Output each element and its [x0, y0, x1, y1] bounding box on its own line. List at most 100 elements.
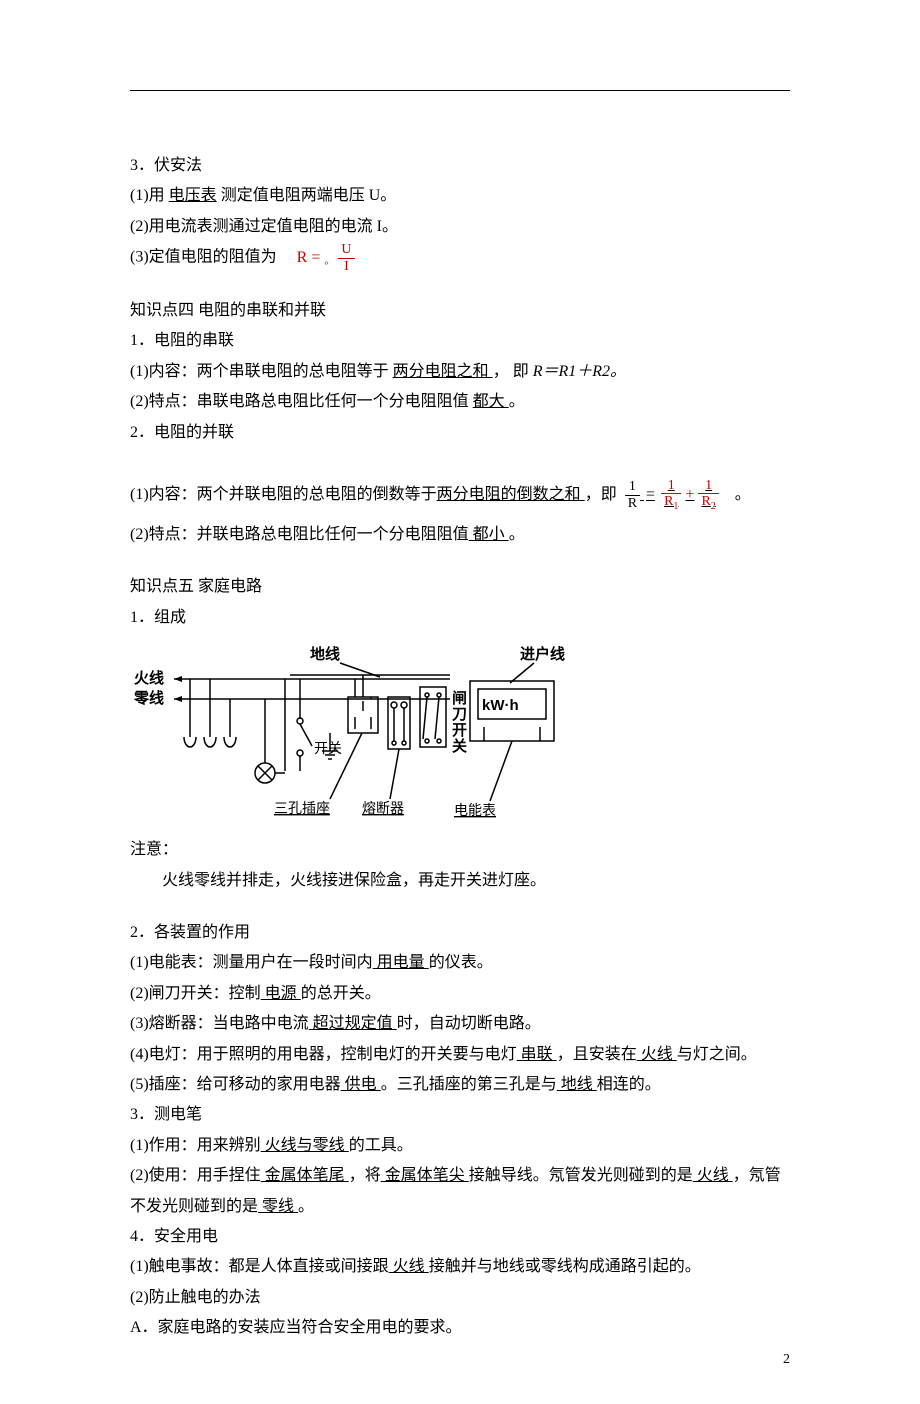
dot: 。: [324, 252, 334, 271]
k4-s2: 2．电阻的并联: [130, 418, 790, 448]
top-rule: [130, 90, 790, 91]
eq-series: R＝R1＋R2。: [533, 363, 626, 380]
txt: (5)插座：给可移动的家用电器: [130, 1076, 341, 1093]
txt: 的工具。: [349, 1137, 413, 1154]
device-2: (2)闸刀开关：控制 电源 的总开关。: [130, 979, 790, 1009]
plus: +: [685, 480, 694, 510]
device-5: (5)插座：给可移动的家用电器 供电 。三孔插座的第三孔是与 地线 相连的。: [130, 1070, 790, 1100]
txt: 时，自动切断电路。: [397, 1015, 541, 1032]
txt: (1)内容：两个串联电阻的总电阻等于: [130, 363, 393, 380]
k5-s2: 2．各装置的作用: [130, 918, 790, 948]
device-1: (1)电能表：测量用户在一段时间内 用电量 的仪表。: [130, 948, 790, 978]
formula-parallel: 1 R = 1 R1 + 1 R2: [621, 478, 723, 512]
s3-line2: (2)用电流表测通过定值电阻的电流 I。: [130, 212, 790, 242]
section-3-title: 3．伏安法: [130, 151, 790, 181]
den: I: [338, 259, 354, 274]
txt: ，即: [585, 486, 617, 503]
tester-2: (2)使用：用手捏住 金属体笔尾 ，将 金属体笔尖 接触导线。氖管发光则碰到的是…: [130, 1161, 790, 1222]
txt: 的仪表。: [429, 954, 493, 971]
blank-pen-tip: 金属体笔尖: [381, 1167, 469, 1184]
lhs: R =: [297, 243, 321, 273]
blank-voltmeter: 电压表: [169, 187, 217, 204]
label-live: 火线: [134, 669, 164, 687]
page-number: 2: [783, 1347, 790, 1374]
device-4: (4)电灯：用于照明的用电器，控制电灯的开关要与电灯 串联 ，且安装在 火线 与…: [130, 1040, 790, 1070]
blank-parallel-smaller: 都小: [469, 526, 509, 543]
frac-r2: 1 R2: [698, 478, 718, 512]
tester-1: (1)作用：用来辨别 火线与零线 的工具。: [130, 1131, 790, 1161]
den: R1: [661, 494, 681, 512]
k4-s1l1: (1)内容：两个串联电阻的总电阻等于 两分电阻之和 ， 即 R＝R1＋R2。: [130, 357, 790, 387]
eq: =: [644, 486, 657, 503]
r: R: [701, 494, 710, 509]
k4-s1: 1．电阻的串联: [130, 326, 790, 356]
txt: 相连的。: [597, 1076, 661, 1093]
txt: 接触导线。氖管发光则碰到的是: [469, 1167, 693, 1184]
txt: (1)用: [130, 187, 169, 204]
txt: (1)触电事故：都是人体直接或间接跟: [130, 1258, 389, 1275]
txt: (1)内容：两个并联电阻的总电阻的倒数等于: [130, 486, 437, 503]
txt: 。: [298, 1198, 314, 1215]
den: R: [625, 496, 640, 511]
blank-live-neutral: 火线与零线: [261, 1137, 349, 1154]
k4-s2l1: (1)内容：两个并联电阻的总电阻的倒数等于两分电阻的倒数之和 ，即 1 R = …: [130, 478, 790, 512]
num: 1: [661, 478, 681, 494]
frac: U I: [338, 242, 354, 274]
label-incoming: 进户线: [520, 645, 565, 663]
txt: ，且安装在: [557, 1046, 637, 1063]
num: 1: [698, 478, 718, 494]
k5-s4: 4．安全用电: [130, 1222, 790, 1252]
safety-1: (1)触电事故：都是人体直接或间接跟 火线 接触并与地线或零线构成通路引起的。: [130, 1252, 790, 1282]
label-kwh: kW·h: [482, 697, 519, 714]
txt: 的总开关。: [301, 985, 381, 1002]
s3-line3: (3)定值电阻的阻值为 R =。 U I: [130, 242, 790, 274]
blank-parallel-sum: 两分电阻的倒数之和: [437, 486, 585, 503]
blank-usage: 用电量: [373, 954, 429, 971]
txt: (3)熔断器：当电路中电流: [130, 1015, 309, 1032]
knife1: 闸: [452, 689, 467, 707]
k4-head: 知识点四 电阻的串联和并联: [130, 296, 790, 326]
k4-s2l2: (2)特点：并联电路总电阻比任何一个分电阻阻值 都小 。: [130, 520, 790, 550]
txt: (4)电灯：用于照明的用电器，控制电灯的开关要与电灯: [130, 1046, 517, 1063]
sub: 2: [711, 501, 716, 512]
blank-pen-tail: 金属体笔尾: [261, 1167, 349, 1184]
blank-neutral2: 零线: [258, 1198, 298, 1215]
frac-left: 1 R: [625, 479, 640, 511]
txt: 。: [509, 526, 525, 543]
sub: 1: [673, 501, 678, 512]
k5-s3: 3．测电笔: [130, 1100, 790, 1130]
blank-livewire: 火线: [637, 1046, 677, 1063]
txt: 测定值电阻两端电压 U。: [217, 187, 397, 204]
device-3: (3)熔断器：当电路中电流 超过规定值 时，自动切断电路。: [130, 1009, 790, 1039]
txt: 。三孔插座的第三孔是与: [381, 1076, 557, 1093]
k5-s1: 1．组成: [130, 603, 790, 633]
txt: (1)作用：用来辨别: [130, 1137, 261, 1154]
label-meter: 电能表: [454, 803, 496, 819]
num: 1: [625, 479, 640, 495]
blank-live3: 火线: [389, 1258, 429, 1275]
household-circuit-diagram: .st{stroke:#000;stroke-width:1.5;fill:no…: [130, 641, 790, 831]
blank-supply: 供电: [341, 1076, 381, 1093]
k4-s1l2: (2)特点：串联电路总电阻比任何一个分电阻阻值 都大 。: [130, 387, 790, 417]
txt: 接触并与地线或零线构成通路引起的。: [429, 1258, 701, 1275]
blank-series-sum: 两分电阻之和: [393, 363, 493, 380]
note-head: 注意：: [130, 835, 790, 865]
txt: 。: [735, 486, 751, 503]
k5-head: 知识点五 家庭电路: [130, 572, 790, 602]
frac-r1: 1 R1: [661, 478, 681, 512]
safety-2: (2)防止触电的办法: [130, 1283, 790, 1313]
txt: ， 即: [493, 363, 533, 380]
knife3: 开: [452, 722, 467, 739]
safety-a: A．家庭电路的安装应当符合安全用电的要求。: [130, 1313, 790, 1343]
blank-live2: 火线: [693, 1167, 733, 1184]
note-body: 火线零线并排走，火线接进保险盒，再走开关进灯座。: [130, 866, 790, 896]
num: U: [338, 242, 354, 258]
label-socket3: 三孔插座: [274, 801, 330, 817]
formula-r-ui: R =。 U I: [297, 242, 355, 274]
txt: ，将: [349, 1167, 381, 1184]
label-fuse: 熔断器: [362, 801, 404, 817]
blank-power: 电源: [261, 985, 301, 1002]
txt: (3)定值电阻的阻值为: [130, 249, 277, 266]
knife4: 关: [452, 737, 467, 755]
blank-ground: 地线: [557, 1076, 597, 1093]
